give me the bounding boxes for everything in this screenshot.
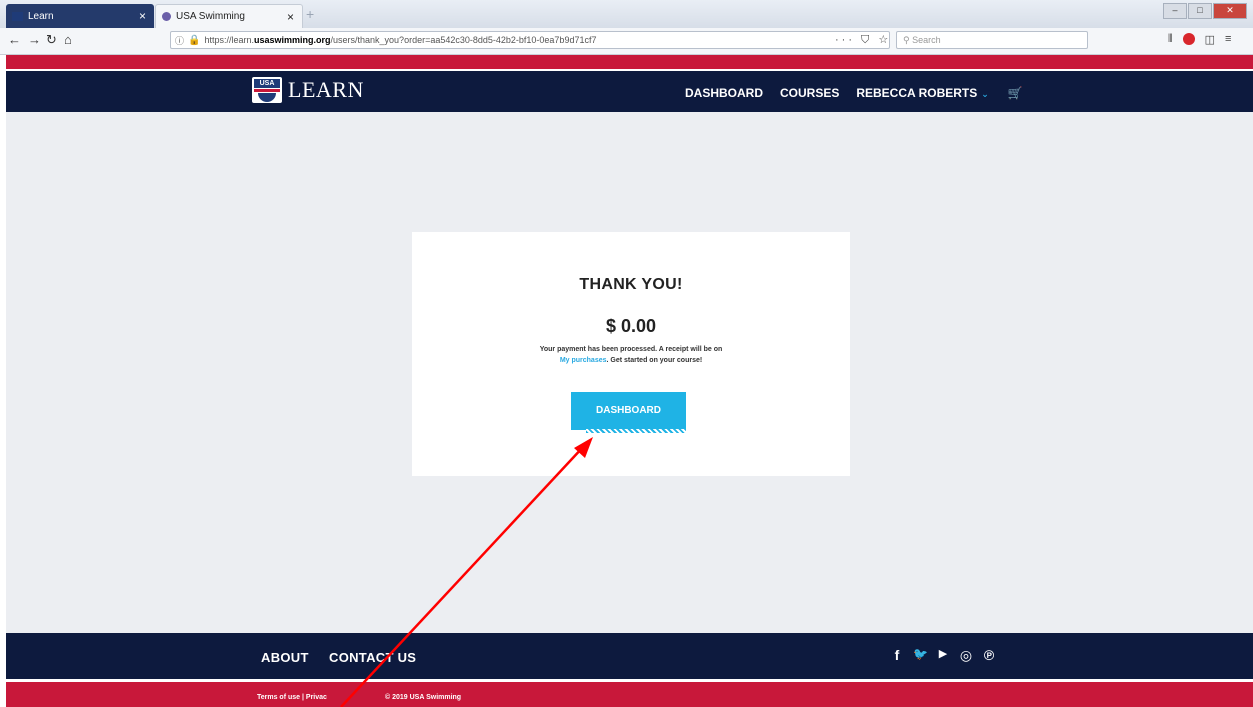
- my-purchases-link[interactable]: My purchases: [560, 357, 607, 364]
- footer-contact-link[interactable]: CONTACT US: [329, 650, 416, 665]
- thank-you-title: THANK YOU!: [579, 276, 683, 293]
- usa-flag-favicon-icon: [12, 11, 23, 21]
- menu-icon[interactable]: ≡: [1225, 33, 1231, 46]
- twitter-icon[interactable]: 🐦: [913, 647, 928, 664]
- cart-icon[interactable]: 🛒: [1008, 86, 1023, 100]
- close-window-button[interactable]: ✕: [1213, 3, 1247, 19]
- site-info-icon[interactable]: ⓘ: [175, 34, 184, 47]
- usa-swimming-logo-icon: USA: [252, 77, 282, 103]
- usa-swimming-favicon-icon: [162, 12, 171, 21]
- site-logo[interactable]: USA LEARN: [252, 77, 364, 103]
- toolbar-icons: ⫴ ◫ ≡: [1168, 33, 1231, 46]
- user-name: REBECCA ROBERTS: [856, 86, 978, 100]
- browser-tab-bar: Learn × USA Swimming × + – □ ✕: [0, 0, 1253, 29]
- terms-privacy-links[interactable]: Terms of use | Privac: [257, 694, 327, 701]
- tab-usa-swimming[interactable]: USA Swimming ×: [155, 4, 303, 28]
- sidebar-icon[interactable]: ◫: [1205, 33, 1215, 46]
- forward-arrow-icon[interactable]: →: [28, 32, 41, 47]
- window-controls: – □ ✕: [1163, 3, 1247, 19]
- adblock-icon[interactable]: [1182, 33, 1195, 45]
- nav-dashboard-link[interactable]: DASHBOARD: [685, 86, 763, 100]
- minimize-button[interactable]: –: [1163, 3, 1187, 19]
- site-footer: ABOUT CONTACT US f 🐦 ▶ ◎ ℗: [6, 633, 1253, 679]
- site-header: USA LEARN DASHBOARD COURSES REBECCA ROBE…: [6, 71, 1253, 112]
- url-prefix: https://learn.: [204, 35, 254, 45]
- new-tab-button[interactable]: +: [306, 6, 314, 22]
- tab-learn[interactable]: Learn ×: [6, 4, 154, 28]
- tab-close-icon[interactable]: ×: [137, 10, 148, 22]
- footer-bottom-bar: Terms of use | Privac © 2019 USA Swimmin…: [6, 682, 1253, 707]
- home-icon[interactable]: ⌂: [64, 32, 72, 47]
- social-links: f 🐦 ▶ ◎ ℗: [890, 647, 996, 664]
- tab-label: USA Swimming: [176, 11, 245, 22]
- search-placeholder: Search: [912, 35, 941, 45]
- youtube-icon[interactable]: ▶: [936, 647, 950, 664]
- library-icon[interactable]: ⫴: [1168, 33, 1173, 46]
- nav-user-menu[interactable]: REBECCA ROBERTS ⌄: [856, 86, 988, 100]
- nav-courses-link[interactable]: COURSES: [780, 86, 839, 100]
- browser-toolbar: ← → ↻ ⌂ ⓘ 🔒 https://learn. usaswimming.or…: [0, 28, 1253, 55]
- chevron-down-icon: ⌄: [981, 89, 989, 99]
- instagram-icon[interactable]: ◎: [959, 647, 973, 664]
- back-arrow-icon[interactable]: ←: [8, 32, 21, 47]
- logo-shield: [258, 93, 276, 102]
- logo-stripe: [254, 89, 280, 92]
- lock-icon: 🔒: [188, 34, 201, 46]
- reload-icon[interactable]: ↻: [46, 32, 57, 48]
- logo-mark-text: USA: [254, 79, 280, 88]
- message-text: Your payment has been processed. A recei…: [539, 346, 723, 353]
- maximize-button[interactable]: □: [1188, 3, 1212, 19]
- dashboard-button[interactable]: DASHBOARD: [571, 392, 686, 433]
- tab-label: Learn: [28, 10, 54, 22]
- payment-message: Your payment has been processed. A recei…: [492, 344, 770, 366]
- address-bar[interactable]: ⓘ 🔒 https://learn. usaswimming.org/users/…: [170, 31, 890, 49]
- url-path: /users/thank_you?order=aa542c30-8dd5-42b…: [330, 35, 597, 45]
- main-content: THANK YOU! $ 0.00 Your payment has been …: [6, 112, 1253, 633]
- site-nav: DASHBOARD COURSES REBECCA ROBERTS ⌄ 🛒: [685, 86, 1023, 100]
- dashboard-button-label: DASHBOARD: [596, 405, 661, 416]
- pinterest-icon[interactable]: ℗: [982, 647, 996, 664]
- payment-amount: $ 0.00: [605, 316, 657, 336]
- thank-you-card: THANK YOU! $ 0.00 Your payment has been …: [412, 232, 850, 476]
- button-stripe-decoration: [586, 429, 686, 433]
- url-host: usaswimming.org: [254, 35, 331, 45]
- search-input[interactable]: ⚲ Search: [896, 31, 1088, 49]
- tab-close-icon[interactable]: ×: [285, 11, 296, 23]
- message-text-end: . Get started on your course!: [606, 357, 703, 364]
- logo-text: LEARN: [288, 77, 364, 102]
- copyright-text: © 2019 USA Swimming: [385, 694, 462, 701]
- top-red-strip: [6, 55, 1253, 69]
- search-icon: ⚲: [903, 35, 913, 45]
- page-actions-icons[interactable]: ··· ⛉ ☆: [835, 33, 891, 47]
- facebook-icon[interactable]: f: [890, 647, 904, 664]
- footer-about-link[interactable]: ABOUT: [261, 650, 309, 665]
